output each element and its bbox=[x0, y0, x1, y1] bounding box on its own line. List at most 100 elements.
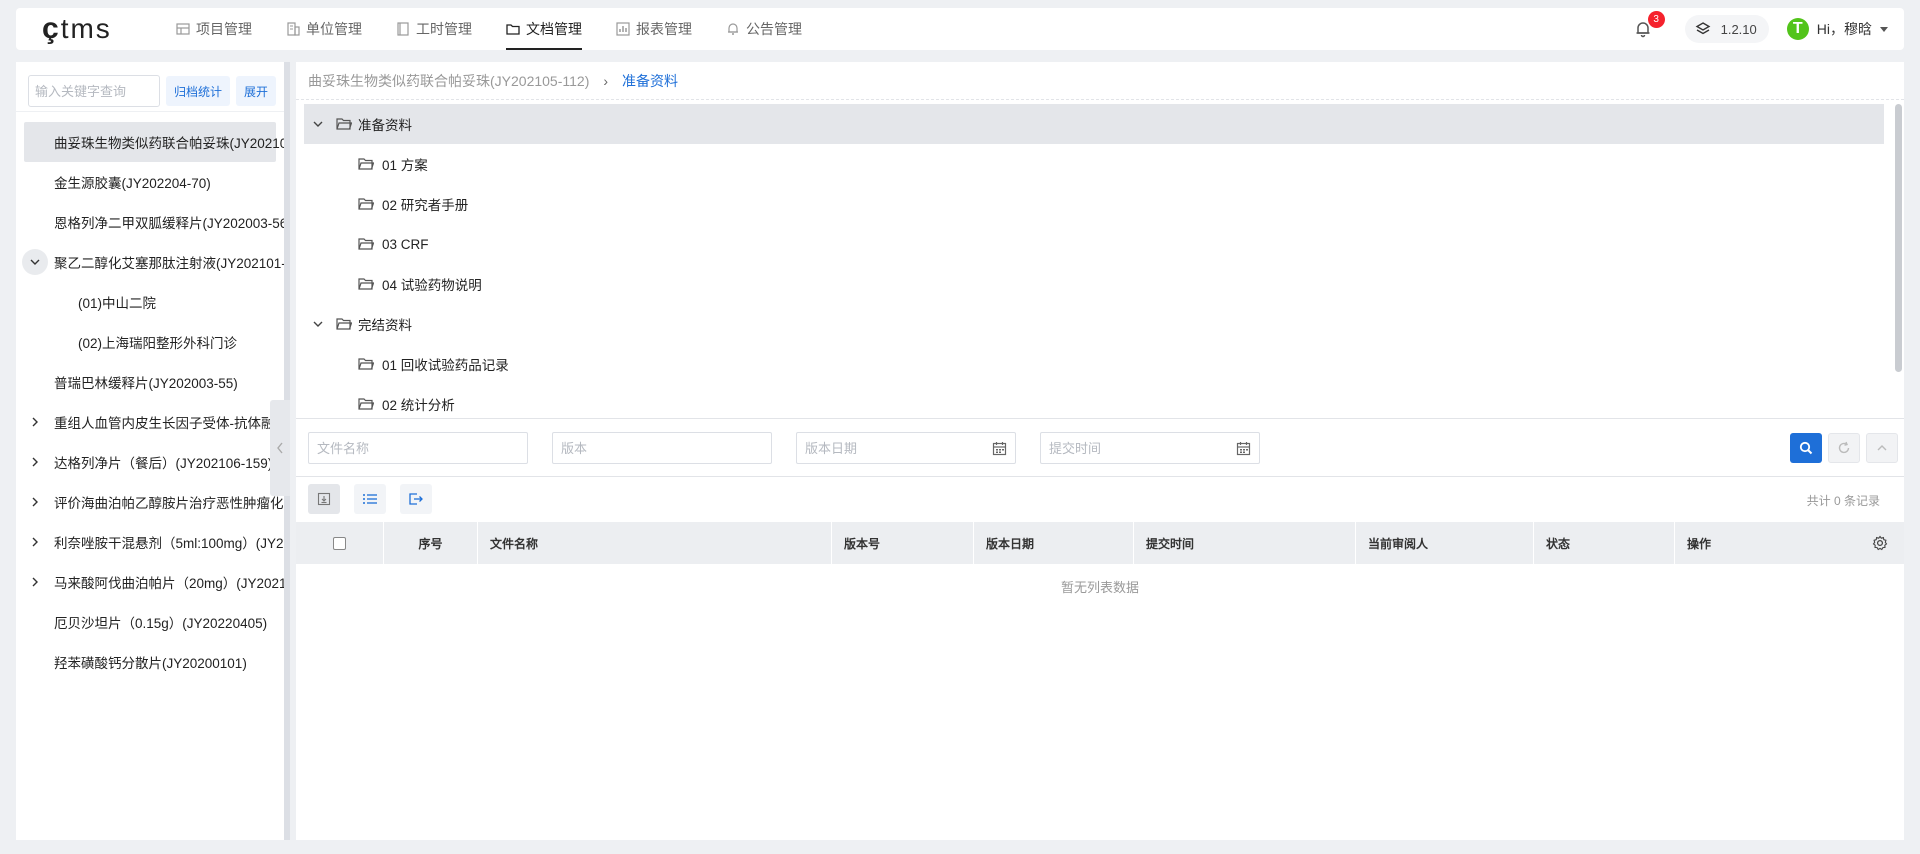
column-header[interactable]: 版本号 bbox=[832, 522, 974, 564]
submit-time-input[interactable] bbox=[1049, 440, 1251, 456]
column-header[interactable]: 状态 bbox=[1534, 522, 1675, 564]
chevron-right-icon[interactable] bbox=[26, 413, 44, 431]
folder-row[interactable]: 01 回收试验药品记录 bbox=[296, 344, 1886, 384]
chevron-down-icon bbox=[1880, 26, 1888, 32]
tree-item[interactable]: (02)上海瑞阳整形外科门诊 bbox=[16, 322, 284, 362]
archive-stats-button[interactable]: 归档统计 bbox=[166, 76, 231, 106]
collapse-filter-button[interactable] bbox=[1866, 433, 1898, 463]
column-header[interactable]: 操作 bbox=[1687, 535, 1711, 552]
column-header[interactable]: 提交时间 bbox=[1134, 522, 1356, 564]
folder-row[interactable]: 03 CRF bbox=[296, 224, 1886, 264]
user-menu[interactable]: T Hi，穆晗 bbox=[1786, 18, 1888, 40]
tree-item[interactable]: 恩格列净二甲双胍缓释片(JY202003-56) bbox=[16, 202, 284, 242]
folder-row[interactable]: 完结资料 bbox=[304, 304, 1884, 344]
chevron-down-icon[interactable] bbox=[22, 249, 48, 275]
calendar-icon bbox=[992, 442, 1007, 456]
nav-unit[interactable]: 单位管理 bbox=[286, 8, 362, 50]
search-icon bbox=[1799, 441, 1813, 455]
list-button[interactable] bbox=[354, 484, 386, 514]
version-pill[interactable]: 1.2.10 bbox=[1684, 15, 1769, 43]
tree-item-label: 厄贝沙坦片（0.15g）(JY20220405) bbox=[54, 616, 268, 631]
empty-state: 暂无列表数据 bbox=[1060, 579, 1139, 595]
tree-item-label: 羟苯磺酸钙分散片(JY20200101) bbox=[54, 656, 247, 671]
logo-mark: ç bbox=[42, 12, 59, 45]
tree-item[interactable]: 利奈唑胺干混悬剂（5ml:100mg）(JY202 bbox=[16, 522, 284, 562]
tree-item[interactable]: 马来酸阿伐曲泊帕片（20mg）(JY2021 bbox=[16, 562, 284, 602]
folder-row[interactable]: 01 方案 bbox=[296, 144, 1886, 184]
tree-item[interactable]: 厄贝沙坦片（0.15g）(JY20220405) bbox=[16, 602, 284, 642]
nav-announcement[interactable]: 公告管理 bbox=[726, 8, 802, 50]
nav-document[interactable]: 文档管理 bbox=[506, 8, 582, 50]
nav-report-label: 报表管理 bbox=[636, 21, 692, 37]
tree-item-label: 金生源胶囊(JY202204-70) bbox=[54, 176, 211, 191]
version-date-filter[interactable] bbox=[796, 432, 1016, 464]
avatar: T bbox=[1786, 18, 1809, 40]
column-header[interactable]: 文件名称 bbox=[478, 522, 832, 564]
tree-item[interactable]: 羟苯磺酸钙分散片(JY20200101) bbox=[16, 642, 284, 682]
submit-time-filter[interactable] bbox=[1040, 432, 1260, 464]
app-logo[interactable]: ç tms bbox=[16, 8, 176, 50]
version-filter[interactable] bbox=[552, 432, 772, 464]
refresh-icon bbox=[1838, 441, 1850, 454]
reset-button[interactable] bbox=[1828, 433, 1860, 463]
chevron-left-icon bbox=[277, 442, 283, 454]
tree-item[interactable]: 普瑞巴林缓释片(JY202003-55) bbox=[16, 362, 284, 402]
notification-button[interactable]: 3 bbox=[1631, 11, 1665, 41]
gear-icon[interactable] bbox=[1872, 535, 1888, 551]
tree-item[interactable]: 重组人血管内皮生长因子受体-抗体融合蛋白 bbox=[16, 402, 284, 442]
download-icon bbox=[317, 492, 331, 506]
tree-item[interactable]: 聚乙二醇化艾塞那肽注射液(JY202101-08) bbox=[16, 242, 284, 282]
chevron-right-icon[interactable] bbox=[26, 493, 44, 511]
tree-item[interactable]: 达格列净片（餐后）(JY202106-159) bbox=[16, 442, 284, 482]
folder-label: 完结资料 bbox=[358, 318, 412, 333]
nav-report[interactable]: 报表管理 bbox=[616, 8, 692, 50]
chevron-down-icon[interactable] bbox=[312, 318, 324, 330]
breadcrumb-current: 准备资料 bbox=[622, 72, 679, 89]
table-toolbar bbox=[308, 484, 446, 516]
bell-announce-icon bbox=[728, 23, 738, 35]
nav-document-label: 文档管理 bbox=[526, 21, 582, 37]
export-icon bbox=[409, 493, 423, 505]
timesheet-icon bbox=[397, 22, 409, 36]
file-name-input[interactable] bbox=[317, 440, 519, 456]
nav-unit-label: 单位管理 bbox=[306, 21, 362, 37]
user-greeting: Hi，穆晗 bbox=[1816, 21, 1872, 37]
folder-row[interactable]: 准备资料 bbox=[304, 104, 1884, 144]
chevron-right-icon[interactable] bbox=[26, 573, 44, 591]
breadcrumb: 曲妥珠生物类似药联合帕妥珠(JY202105-112) › 准备资料 bbox=[296, 62, 1904, 100]
nav-project[interactable]: 项目管理 bbox=[176, 8, 252, 50]
column-header[interactable]: 序号 bbox=[384, 522, 478, 564]
folder-row[interactable]: 04 试验药物说明 bbox=[296, 264, 1886, 304]
version-date-input[interactable] bbox=[805, 440, 1007, 456]
folder-open-icon bbox=[336, 118, 352, 130]
tree-item[interactable]: 金生源胶囊(JY202204-70) bbox=[16, 162, 284, 202]
folder-row[interactable]: 02 研究者手册 bbox=[296, 184, 1886, 224]
folder-tree-scrollbar[interactable] bbox=[1895, 104, 1902, 372]
tree-item[interactable]: 评价海曲泊帕乙醇胺片治疗恶性肿瘤化疗 bbox=[16, 482, 284, 522]
search-button[interactable] bbox=[1790, 433, 1822, 463]
chevron-right-icon[interactable] bbox=[26, 453, 44, 471]
select-all-checkbox[interactable] bbox=[333, 536, 346, 550]
expand-button[interactable]: 展开 bbox=[236, 76, 277, 106]
file-name-filter[interactable] bbox=[308, 432, 528, 464]
tree-item-label: 利奈唑胺干混悬剂（5ml:100mg）(JY202 bbox=[54, 536, 290, 551]
project-sidebar: 归档统计 展开 曲妥珠生物类似药联合帕妥珠(JY202105-112) 金生源胶… bbox=[16, 62, 290, 840]
folder-row[interactable]: 02 统计分析 bbox=[296, 384, 1886, 420]
export-button[interactable] bbox=[400, 484, 432, 514]
divider bbox=[296, 476, 1904, 477]
top-header: ç tms 项目管理 单位管理 工时管理 文档管理 报表管理 公告管理 3 1.… bbox=[16, 8, 1904, 50]
nav-timesheet[interactable]: 工时管理 bbox=[396, 8, 472, 50]
breadcrumb-parent[interactable]: 曲妥珠生物类似药联合帕妥珠(JY202105-112) bbox=[308, 71, 589, 91]
chevron-down-icon[interactable] bbox=[312, 118, 324, 130]
column-header[interactable]: 版本日期 bbox=[974, 522, 1134, 564]
version-input[interactable] bbox=[561, 440, 763, 456]
column-header[interactable]: 当前审阅人 bbox=[1356, 522, 1534, 564]
sidebar-collapse-handle[interactable] bbox=[270, 400, 290, 496]
sidebar-search-input[interactable] bbox=[28, 75, 160, 107]
tree-item[interactable]: (01)中山二院 bbox=[16, 282, 284, 322]
chevron-right-icon[interactable] bbox=[26, 533, 44, 551]
folder-open-icon bbox=[336, 318, 352, 330]
download-button[interactable] bbox=[308, 484, 340, 514]
tree-item[interactable]: 曲妥珠生物类似药联合帕妥珠(JY202105-112) bbox=[24, 122, 284, 162]
folder-label: 03 CRF bbox=[382, 236, 429, 252]
